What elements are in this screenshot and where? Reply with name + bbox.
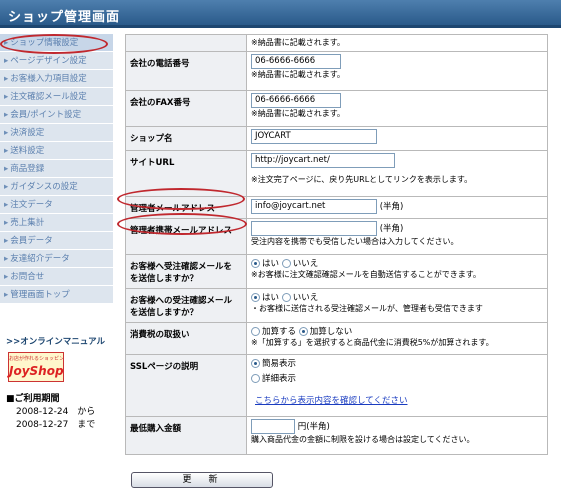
highlight-circle-admin-mobile — [117, 213, 247, 235]
arrow-icon: ▸ — [4, 74, 9, 84]
sidebar-item-sales[interactable]: ▸ 売上集計 — [0, 214, 113, 232]
arrow-icon: ▸ — [4, 146, 9, 156]
note: ※納品書に記載されます。 — [251, 38, 345, 47]
update-button[interactable]: 更 新 — [131, 472, 273, 488]
arrow-icon: ▸ — [4, 200, 9, 210]
shop-name-label: ショップ名 — [125, 126, 247, 151]
highlight-circle-sidebar — [0, 34, 108, 54]
page-title: ショップ管理画面 — [8, 10, 121, 25]
sidebar-item-guidance[interactable]: ▸ ガイダンスの設定 — [0, 178, 113, 196]
sidebar-item-payment[interactable]: ▸ 決済設定 — [0, 124, 113, 142]
sidebar-item-member-points[interactable]: ▸ 会員/ポイント設定 — [0, 106, 113, 124]
order-confirm-admin-yes-radio[interactable] — [251, 293, 260, 302]
header-bar: ショップ管理画面 — [0, 0, 561, 28]
arrow-icon: ▸ — [4, 56, 9, 66]
fax-input[interactable]: 06-6666-6666 — [251, 93, 341, 108]
sidebar-item-referrals[interactable]: ▸ 友達紹介データ — [0, 250, 113, 268]
order-confirm-no-radio[interactable] — [281, 259, 291, 268]
min-purchase-label: 最低購入金額 — [125, 416, 247, 455]
arrow-icon: ▸ — [4, 254, 9, 264]
usage-period: ■ご利用期間 2008-12-24 から 2008-12-27 まで — [6, 394, 96, 430]
sidebar-item-members[interactable]: ▸ 会員データ — [0, 232, 113, 250]
arrow-icon: ▸ — [4, 110, 9, 120]
sidebar-item-products[interactable]: ▸ 商品登録 — [0, 160, 113, 178]
tax-add-radio[interactable] — [251, 327, 260, 336]
arrow-icon: ▸ — [4, 236, 9, 246]
highlight-circle-admin-email — [117, 188, 245, 210]
sidebar: ▸ ショップ情報設定 ▸ ページデザイン設定 ▸ お客様入力項目設定 ▸ 注文確認メール… — [0, 34, 113, 304]
phone-label: 会社の電話番号 — [125, 51, 247, 91]
order-confirm-admin-label: お客様への受注確認メール を送信しますか？ — [125, 288, 247, 323]
tax-no-add-radio[interactable] — [298, 327, 308, 336]
order-confirm-admin-no-radio[interactable] — [281, 293, 291, 302]
admin-mobile-input[interactable] — [251, 221, 377, 236]
ssl-preview-link[interactable]: こちらから表示内容を確認してください — [255, 396, 408, 406]
shop-settings-form: ※納品書に記載されます。 会社の電話番号 06-6666-6666 ※納品書に記… — [125, 34, 548, 455]
order-confirm-yes-radio[interactable] — [251, 259, 260, 268]
admin-email-input[interactable]: info@joycart.net — [251, 199, 377, 214]
arrow-icon: ▸ — [4, 218, 9, 228]
site-url-input[interactable]: http://joycart.net/ — [251, 153, 395, 168]
sidebar-item-order-mail[interactable]: ▸ 注文確認メール設定 — [0, 88, 113, 106]
sidebar-item-orders[interactable]: ▸ 注文データ — [0, 196, 113, 214]
sidebar-item-contact[interactable]: ▸ お問合せ — [0, 268, 113, 286]
arrow-icon: ▸ — [4, 290, 9, 300]
sidebar-item-page-design[interactable]: ▸ ページデザイン設定 — [0, 52, 113, 70]
arrow-icon: ▸ — [4, 92, 9, 102]
ssl-simple-radio[interactable] — [251, 359, 260, 368]
arrow-icon: ▸ — [4, 128, 9, 138]
ssl-detail-radio[interactable] — [251, 374, 260, 383]
arrow-icon: ▸ — [4, 272, 9, 282]
sidebar-item-admin-top[interactable]: ▸ 管理画面トップ — [0, 286, 113, 304]
joyshop-logo[interactable]: お店が作れるショッピング JoyShop — [8, 352, 64, 382]
phone-input[interactable]: 06-6666-6666 — [251, 54, 341, 69]
ssl-label: SSLページの説明 — [125, 354, 247, 417]
arrow-icon: ▸ — [4, 182, 9, 192]
order-confirm-label: お客様へ受注確認メールを を送信しますか？ — [125, 254, 247, 289]
arrow-icon: ▸ — [4, 164, 9, 174]
tax-label: 消費税の取扱い — [125, 322, 247, 355]
shop-name-input[interactable]: JOYCART — [251, 129, 377, 144]
fax-label: 会社のFAX番号 — [125, 90, 247, 127]
min-purchase-input[interactable] — [251, 419, 295, 434]
sidebar-item-shipping[interactable]: ▸ 送料設定 — [0, 142, 113, 160]
sidebar-item-customer-fields[interactable]: ▸ お客様入力項目設定 — [0, 70, 113, 88]
online-manual-link[interactable]: >>オンラインマニュアル — [6, 335, 105, 347]
